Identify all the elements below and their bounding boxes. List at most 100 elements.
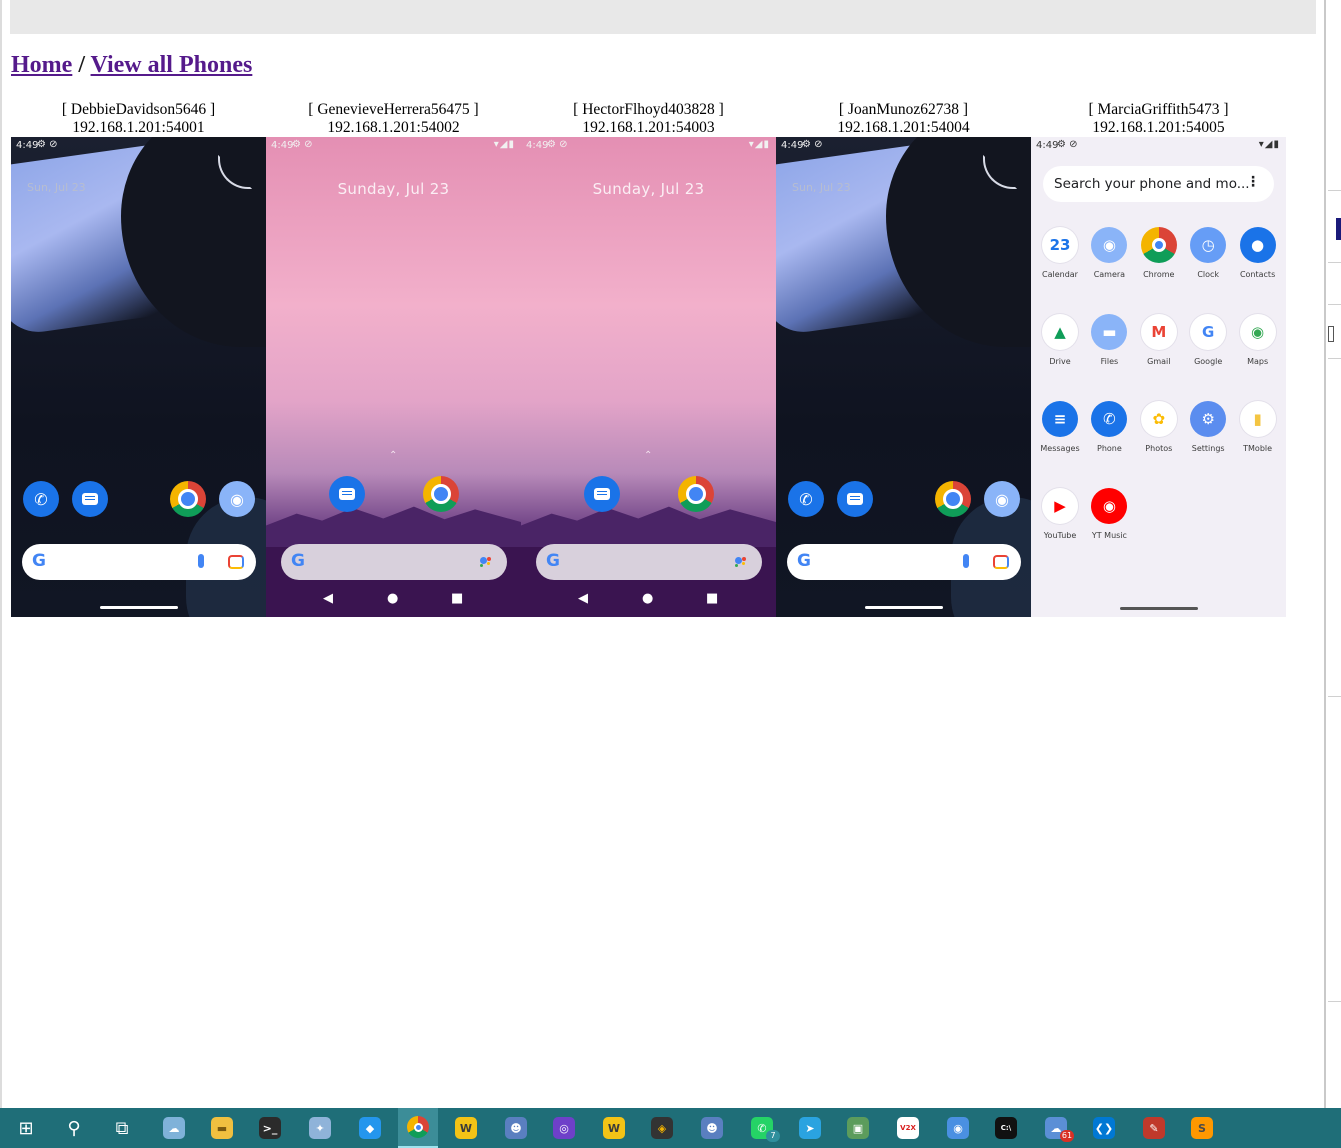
notification-icons: ⚙ ⊘ bbox=[802, 139, 823, 150]
google-search-bar[interactable]: G bbox=[787, 544, 1021, 580]
more-options-icon[interactable]: ⋮ bbox=[1246, 174, 1260, 190]
messages-icon[interactable] bbox=[329, 476, 365, 512]
taskbar-vscode-button[interactable]: ❮❯ bbox=[1084, 1112, 1124, 1144]
taskbar-robot-app-button[interactable]: ☻ bbox=[496, 1112, 536, 1144]
chrome-icon[interactable] bbox=[423, 476, 459, 512]
robot-app-icon: ☻ bbox=[505, 1117, 527, 1139]
taskbar-network-app-button[interactable]: ✦ bbox=[300, 1112, 340, 1144]
app-label: YT Music bbox=[1091, 531, 1127, 540]
recents-button[interactable]: ■ bbox=[706, 591, 718, 606]
taskbar-whatsapp-button[interactable]: ✆ 7 bbox=[742, 1112, 782, 1144]
phone-screen[interactable]: 4:49⚙ ⊘▾◢▮Sun, Jul 23✆◉G bbox=[776, 137, 1031, 617]
davinci-icon: ◈ bbox=[651, 1117, 673, 1139]
lens-icon[interactable] bbox=[993, 555, 1009, 569]
chrome-icon[interactable] bbox=[935, 481, 971, 517]
app-chrome[interactable]: Chrome bbox=[1134, 227, 1184, 279]
notification-icons: ⚙ ⊘ bbox=[292, 139, 313, 150]
app-drive[interactable]: ▲ Drive bbox=[1035, 314, 1085, 366]
taskbar-github-button[interactable]: ◎ bbox=[544, 1112, 584, 1144]
app-label: Photos bbox=[1145, 444, 1173, 453]
app-camera[interactable]: ◉ Camera bbox=[1084, 227, 1134, 279]
taskbar-file-explorer-button[interactable]: ▬ bbox=[202, 1112, 242, 1144]
back-button[interactable]: ◀ bbox=[578, 591, 588, 606]
right-scroll-panel[interactable] bbox=[1324, 0, 1341, 1108]
home-button[interactable]: ● bbox=[387, 591, 398, 606]
google-search-bar[interactable]: G bbox=[536, 544, 762, 580]
app-clock[interactable]: ◷ Clock bbox=[1183, 227, 1233, 279]
taskbar-sublime-text-button[interactable]: S bbox=[1182, 1112, 1222, 1144]
app-phone[interactable]: ✆ Phone bbox=[1084, 401, 1134, 453]
app-contacts[interactable]: ● Contacts bbox=[1233, 227, 1283, 279]
assistant-icon[interactable] bbox=[480, 557, 492, 567]
checkbox[interactable] bbox=[1328, 326, 1334, 342]
taskbar-paint-app-button[interactable]: ✎ bbox=[1134, 1112, 1174, 1144]
right-panel-link-marker[interactable] bbox=[1336, 218, 1341, 240]
app-maps[interactable]: ◉ Maps bbox=[1233, 314, 1283, 366]
view-all-phones-link[interactable]: View all Phones bbox=[91, 52, 253, 78]
app-yt-music[interactable]: ◉ YT Music bbox=[1084, 488, 1134, 540]
app-tmoble[interactable]: ▮ TMoble bbox=[1233, 401, 1283, 453]
taskbar-mail-app-button[interactable]: ☁ 61 bbox=[1036, 1112, 1076, 1144]
app-label: Maps bbox=[1247, 357, 1269, 366]
taskbar-docker-button[interactable]: ◆ bbox=[350, 1112, 390, 1144]
home-gesture-bar[interactable] bbox=[1120, 607, 1198, 610]
taskbar-photo-viewer-button[interactable]: ▣ bbox=[838, 1112, 878, 1144]
page-top-bar bbox=[10, 0, 1316, 34]
phone-screen[interactable]: 4:49 ⚙ ⊘ ▾◢▮ Sunday, Jul 23 ⌃ G ◀ ● ■ bbox=[266, 137, 521, 617]
app-youtube[interactable]: ▶ YouTube bbox=[1035, 488, 1085, 540]
phone-card: [ MarciaGriffith5473 ] 192.168.1.201:5400… bbox=[1031, 100, 1286, 617]
lens-icon[interactable] bbox=[228, 555, 244, 569]
recents-button[interactable]: ■ bbox=[451, 591, 463, 606]
mic-icon[interactable] bbox=[963, 554, 969, 568]
app-photos[interactable]: ✿ Photos bbox=[1134, 401, 1184, 453]
taskbar-cmd-button[interactable]: C:\ bbox=[986, 1112, 1026, 1144]
app-messages[interactable]: ≡ Messages bbox=[1035, 401, 1085, 453]
camera-icon[interactable]: ◉ bbox=[984, 481, 1020, 517]
swipe-up-icon: ⌃ bbox=[644, 450, 653, 461]
taskbar-task-view-button[interactable]: ⧉ bbox=[102, 1112, 142, 1144]
messages-icon[interactable] bbox=[584, 476, 620, 512]
taskbar-search-button[interactable]: ⚲ bbox=[54, 1112, 94, 1144]
taskbar-v2x-button[interactable]: V2X bbox=[888, 1112, 928, 1144]
phone-screen[interactable]: 4:49⚙ ⊘▾◢▮Sun, Jul 23✆◉G bbox=[11, 137, 266, 617]
app-gmail[interactable]: M Gmail bbox=[1134, 314, 1184, 366]
taskbar-robot-app-2-button[interactable]: ☻ bbox=[692, 1112, 732, 1144]
taskbar-terminal-button[interactable]: >_ bbox=[250, 1112, 290, 1144]
google-search-bar[interactable]: G bbox=[22, 544, 256, 580]
home-button[interactable]: ● bbox=[642, 591, 653, 606]
home-link[interactable]: Home bbox=[11, 52, 72, 78]
app-calendar[interactable]: 23 Calendar bbox=[1035, 227, 1085, 279]
app-google[interactable]: G Google bbox=[1183, 314, 1233, 366]
taskbar-wamp-button[interactable]: W bbox=[446, 1112, 486, 1144]
taskbar-chrome-button[interactable] bbox=[398, 1108, 438, 1148]
phone-icon: ✆ bbox=[1091, 401, 1128, 437]
taskbar-davinci-button[interactable]: ◈ bbox=[642, 1112, 682, 1144]
home-gesture-bar[interactable] bbox=[865, 606, 943, 609]
phone-address: 192.168.1.201:54001 bbox=[72, 119, 205, 136]
home-gesture-bar[interactable] bbox=[100, 606, 178, 609]
phone-screen[interactable]: 4:49 ⚙ ⊘ ▾◢▮ Search your phone and mo... ⋮ 23… bbox=[1031, 137, 1286, 617]
phone-screen[interactable]: 4:49 ⚙ ⊘ ▾◢▮ Sunday, Jul 23 ⌃ G ◀ ● ■ bbox=[521, 137, 776, 617]
messages-icon[interactable] bbox=[837, 481, 873, 517]
back-button[interactable]: ◀ bbox=[323, 591, 333, 606]
messages-icon[interactable] bbox=[72, 481, 108, 517]
google-search-bar[interactable]: G bbox=[281, 544, 507, 580]
search-phone-input[interactable]: Search your phone and mo... ⋮ bbox=[1043, 166, 1274, 202]
phone-icon[interactable]: ✆ bbox=[23, 481, 59, 517]
app-settings[interactable]: ⚙ Settings bbox=[1183, 401, 1233, 453]
mic-icon[interactable] bbox=[198, 554, 204, 568]
taskbar-windows-start-button[interactable]: ⊞ bbox=[6, 1112, 46, 1144]
windows-start-icon: ⊞ bbox=[18, 1117, 34, 1139]
wamp-2-icon: W bbox=[603, 1117, 625, 1139]
taskbar-telegram-button[interactable]: ➤ bbox=[790, 1112, 830, 1144]
camera-icon[interactable]: ◉ bbox=[219, 481, 255, 517]
chrome-icon[interactable] bbox=[170, 481, 206, 517]
assistant-icon[interactable] bbox=[735, 557, 747, 567]
taskbar-weather-app-button[interactable]: ☁ bbox=[154, 1112, 194, 1144]
app-files[interactable]: ▬ Files bbox=[1084, 314, 1134, 366]
phone-icon[interactable]: ✆ bbox=[788, 481, 824, 517]
app-label: YouTube bbox=[1043, 531, 1077, 540]
taskbar-wamp-2-button[interactable]: W bbox=[594, 1112, 634, 1144]
taskbar-chromium-button[interactable]: ◉ bbox=[938, 1112, 978, 1144]
chrome-icon[interactable] bbox=[678, 476, 714, 512]
